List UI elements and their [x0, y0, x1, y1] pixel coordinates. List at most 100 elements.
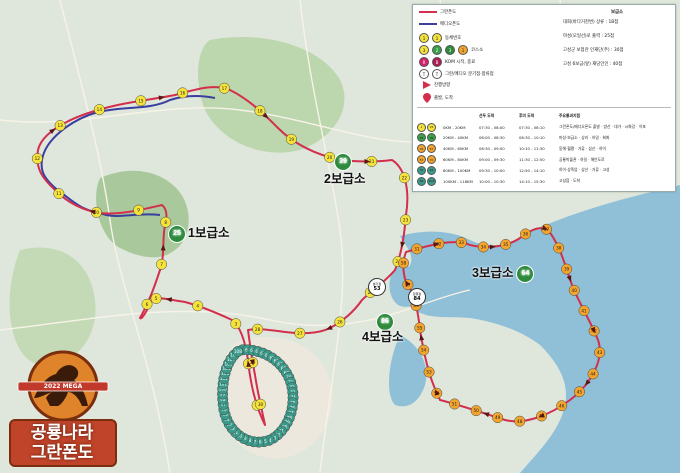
rest-stop-2-label: 392보급소: [322, 152, 381, 186]
checkpoint-marker: 22: [398, 172, 410, 184]
rest-stop-1-label: 25 1보급소: [168, 222, 229, 243]
svg-text:34: 34: [481, 245, 487, 250]
table-row: 39 57 40KM - 60KM 08:30 - 09:00 10:10 - 11:3…: [417, 143, 671, 154]
svg-text:55: 55: [417, 325, 423, 330]
svg-text:33: 33: [459, 240, 465, 245]
checkpoint-marker: 30: [255, 398, 266, 410]
rest-stop-4-name: 4보급소: [362, 330, 404, 344]
junction-number: 53: [373, 286, 381, 292]
legend-checkpoint-number: 1 1 동체번호: [419, 33, 461, 43]
svg-text:26: 26: [337, 320, 343, 325]
checkpoint-dot: 70: [417, 165, 426, 175]
table-cell-tail-time: 10:10 - 11:30: [519, 146, 545, 152]
checkpoint-sample: 3: [445, 45, 455, 55]
svg-text:14: 14: [97, 107, 103, 112]
svg-text:31: 31: [414, 246, 420, 251]
checkpoint-marker: 31: [411, 243, 423, 255]
map-pin-icon: [423, 93, 431, 103]
rest-stop-1-badge: 25: [168, 224, 186, 243]
checkpoint-marker: 54: [418, 344, 430, 356]
svg-text:54: 54: [421, 348, 427, 353]
checkpoint-dot: 57: [417, 155, 426, 165]
svg-text:38: 38: [556, 246, 562, 251]
svg-text:41: 41: [581, 308, 587, 313]
checkpoint-dot: 57: [427, 144, 436, 154]
table-cell-distance: 100KM - 118KM: [443, 178, 473, 184]
svg-text:46: 46: [559, 403, 565, 408]
svg-text:19: 19: [289, 137, 295, 142]
svg-text:13: 13: [57, 123, 63, 128]
logo-banner: 2022 MEGA: [43, 383, 83, 390]
table-cell-checkpoints: 57 70: [417, 155, 443, 165]
kom-end-sample: B: [432, 57, 442, 67]
rest-stop-entry: 고성군 보험관 인재단(주) : 30점: [563, 48, 624, 53]
rest-stop-1-name: 1보급소: [188, 226, 230, 240]
checkpoint-marker: 51: [449, 398, 461, 410]
checkpoint-marker: 4: [192, 300, 204, 312]
svg-text:11: 11: [56, 191, 62, 196]
checkpoint-marker: 15: [135, 95, 147, 107]
table-cell-lead-time: 09:00 - 09:30: [479, 157, 505, 163]
svg-text:6: 6: [146, 302, 149, 307]
checkpoint-dot: 70: [427, 155, 436, 165]
table-cell-lead-time: 10:00 - 10:30: [479, 178, 505, 184]
svg-text:35: 35: [503, 242, 509, 247]
legend-rest-stops: 보급소 대회(바다거천변) 상류 : 1B점 마성(오일선)로 출력 : 25점…: [563, 9, 671, 67]
checkpoint-marker: 16: [177, 87, 189, 99]
checkpoint-dot: 108: [427, 176, 436, 186]
table-cell-route: 그란폰도/메디오폰도 출발 · 방산 · 대가 · 시화강 · 이포: [559, 124, 646, 130]
legend-mediofondo: 메디오폰도: [419, 21, 460, 27]
svg-text:28: 28: [255, 327, 261, 332]
checkpoint-marker: 40: [568, 284, 580, 296]
rest-stop-4-badge: 86: [376, 312, 394, 331]
legend-branch-label: 그란/메디오 분기점·합류점: [445, 72, 494, 77]
timing-table: 선두 도착 후미 도착 주요통과지점 1 25 0KM - 20KM 07:30 - …: [417, 111, 671, 187]
svg-text:48: 48: [517, 419, 523, 424]
checkpoint-marker: 45: [573, 386, 585, 398]
yellow-checkpoint-sample: 1: [432, 33, 442, 43]
table-cell-route: 하이·상족암 · 삼산 · 거류 · 고성: [559, 167, 610, 173]
checkpoint-marker: 26: [334, 316, 346, 328]
checkpoint-marker: 13: [54, 120, 66, 132]
checkpoint-marker: 39: [561, 263, 573, 275]
rest-stop-3-label: 3보급소 64: [472, 262, 535, 283]
table-cell-route: 고성읍 · 도착: [559, 178, 581, 184]
checkpoint-marker: 17: [218, 82, 230, 94]
table-cell-distance: 40KM - 60KM: [443, 146, 468, 152]
merge-sample: T: [432, 69, 442, 79]
table-cell-route: 공룡박물관 · 하일 · 해안도로: [559, 156, 605, 162]
table-row: 1 25 0KM - 20KM 07:30 - 08:00 07:30 - 08:10 그…: [417, 122, 671, 133]
rest-stops-title: 보급소: [610, 10, 624, 15]
checkpoint-dot: 25: [417, 133, 426, 143]
legend-granfondo: 그란폰도: [419, 9, 456, 15]
checkpoint-sample: 3: [419, 45, 429, 55]
course-map[interactable]: 1234567891011121314151617181920212223242…: [0, 0, 680, 473]
checkpoint-marker: 36: [520, 228, 531, 240]
svg-text:9: 9: [137, 208, 140, 213]
svg-text:58: 58: [401, 261, 407, 266]
checkpoint-marker: 19: [285, 133, 297, 145]
svg-text:43: 43: [597, 350, 603, 355]
legend-checkpoint-label: 동체번호: [445, 36, 462, 41]
svg-text:7: 7: [160, 262, 163, 267]
checkpoint-marker: 6: [141, 298, 153, 310]
table-cell-tail-time: 12:50 - 14:10: [519, 167, 545, 173]
rest-stop-4-label: 864보급소: [358, 312, 417, 344]
timing-table-body: 1 25 0KM - 20KM 07:30 - 08:00 07:30 - 08:10 그…: [417, 122, 671, 187]
checkpoint-marker: 9: [133, 204, 145, 216]
checkpoint-marker: 33: [455, 237, 467, 248]
mediofondo-line-swatch: [419, 23, 437, 25]
timing-table-header: 선두 도착 후미 도착 주요통과지점: [417, 111, 671, 122]
rest-stop-entry: 마성(오일선)로 출력 : 25점: [563, 34, 615, 39]
merge-marker: 합류점 84: [408, 288, 426, 306]
checkpoint-marker: 28: [252, 323, 264, 335]
table-row: 25 39 20KM - 40KM 08:00 - 08:30 08:30 - 10:1…: [417, 133, 671, 144]
legend-kom: R B KOM 시작, 종료: [419, 57, 475, 67]
table-cell-distance: 20KM - 40KM: [443, 135, 468, 141]
event-logo: 2022 MEGA 공룡나라 그란폰도: [4, 346, 122, 470]
checkpoint-marker: 48: [514, 415, 526, 427]
svg-text:5: 5: [155, 296, 158, 301]
svg-text:4: 4: [196, 303, 199, 308]
yellow-checkpoint-sample: 1: [419, 33, 429, 43]
legend-divider: [417, 107, 671, 108]
